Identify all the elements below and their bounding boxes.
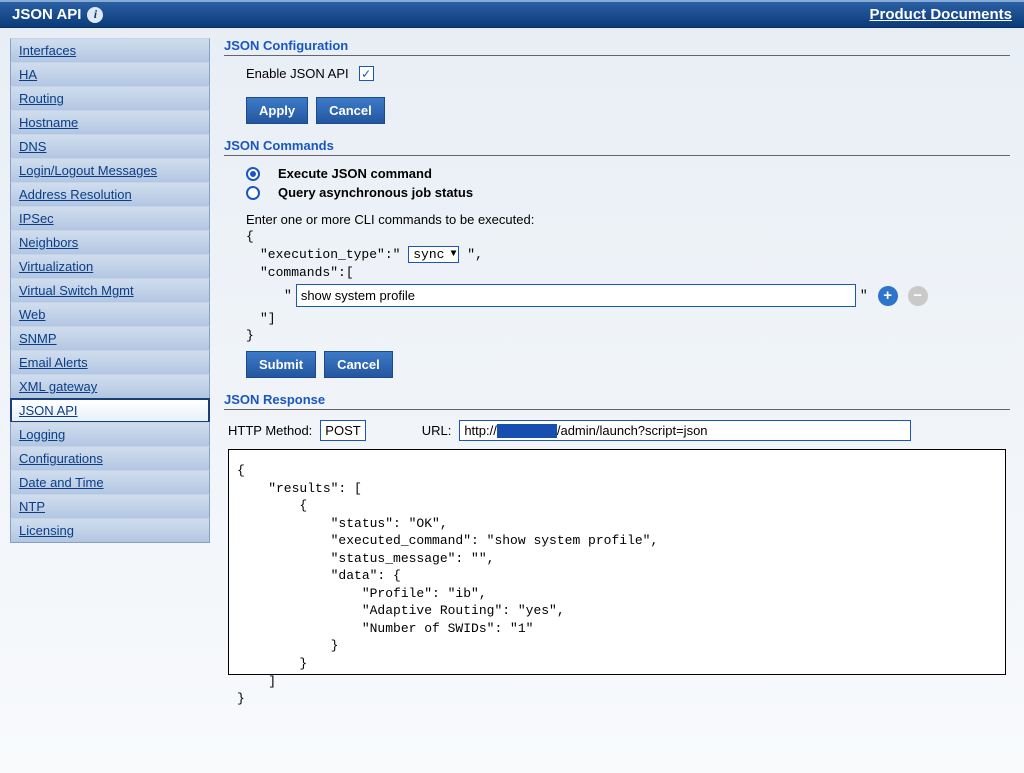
sidebar-item-interfaces[interactable]: Interfaces bbox=[10, 38, 210, 63]
sidebar-item-configurations[interactable]: Configurations bbox=[10, 446, 210, 471]
header-left: JSON API i bbox=[12, 6, 103, 23]
commands-intro: Enter one or more CLI commands to be exe… bbox=[246, 212, 1010, 227]
url-redacted-host bbox=[497, 424, 557, 438]
enable-json-label: Enable JSON API bbox=[246, 66, 349, 81]
chevron-down-icon: ▼ bbox=[444, 249, 456, 260]
sidebar-item-address-resolution[interactable]: Address Resolution bbox=[10, 182, 210, 207]
sidebar-item-ntp[interactable]: NTP bbox=[10, 494, 210, 519]
main-content: JSON Configuration Enable JSON API ✓ App… bbox=[224, 38, 1014, 675]
close-bracket: "] bbox=[246, 311, 1010, 326]
quote-open: " bbox=[284, 288, 292, 303]
sidebar-item-neighbors[interactable]: Neighbors bbox=[10, 230, 210, 255]
remove-command-button: − bbox=[908, 286, 928, 306]
sidebar-item-dns[interactable]: DNS bbox=[10, 134, 210, 159]
quote-close: " bbox=[860, 288, 868, 303]
exec-type-tail: ", bbox=[467, 247, 483, 262]
section-title-config: JSON Configuration bbox=[224, 38, 1010, 56]
sidebar-item-login-logout-messages[interactable]: Login/Logout Messages bbox=[10, 158, 210, 183]
exec-type-key: "execution_type":" bbox=[260, 247, 408, 262]
url-suffix: /admin/launch?script=json bbox=[557, 423, 708, 438]
sidebar: InterfacesHARoutingHostnameDNSLogin/Logo… bbox=[10, 38, 210, 675]
enable-json-checkbox[interactable]: ✓ bbox=[359, 66, 374, 81]
sidebar-item-xml-gateway[interactable]: XML gateway bbox=[10, 374, 210, 399]
radio-query[interactable] bbox=[246, 186, 260, 200]
json-brace-open: { bbox=[246, 229, 1010, 244]
radio-execute[interactable] bbox=[246, 167, 260, 181]
sidebar-item-licensing[interactable]: Licensing bbox=[10, 518, 210, 543]
sidebar-item-ipsec[interactable]: IPSec bbox=[10, 206, 210, 231]
http-method-input[interactable]: POST bbox=[320, 420, 365, 441]
sidebar-item-date-and-time[interactable]: Date and Time bbox=[10, 470, 210, 495]
url-prefix: http:// bbox=[464, 423, 497, 438]
section-title-response: JSON Response bbox=[224, 392, 1010, 410]
sidebar-item-hostname[interactable]: Hostname bbox=[10, 110, 210, 135]
url-label: URL: bbox=[422, 423, 452, 438]
commands-key: "commands":[ bbox=[246, 265, 1010, 280]
header-bar: JSON API i Product Documents bbox=[0, 0, 1024, 28]
product-documents-link[interactable]: Product Documents bbox=[869, 6, 1012, 23]
sidebar-item-logging[interactable]: Logging bbox=[10, 422, 210, 447]
info-icon[interactable]: i bbox=[87, 7, 103, 23]
cancel-config-button[interactable]: Cancel bbox=[316, 97, 385, 124]
response-body: { "results": [ { "status": "OK", "execut… bbox=[228, 449, 1006, 675]
sidebar-item-email-alerts[interactable]: Email Alerts bbox=[10, 350, 210, 375]
radio-query-label: Query asynchronous job status bbox=[278, 185, 473, 200]
add-command-button[interactable]: + bbox=[878, 286, 898, 306]
apply-button[interactable]: Apply bbox=[246, 97, 308, 124]
sidebar-item-virtualization[interactable]: Virtualization bbox=[10, 254, 210, 279]
sidebar-item-json-api[interactable]: JSON API bbox=[10, 398, 210, 423]
url-input[interactable]: http:// /admin/launch?script=json bbox=[459, 420, 911, 441]
http-method-label: HTTP Method: bbox=[228, 423, 312, 438]
sidebar-item-snmp[interactable]: SNMP bbox=[10, 326, 210, 351]
sidebar-item-web[interactable]: Web bbox=[10, 302, 210, 327]
sidebar-item-virtual-switch-mgmt[interactable]: Virtual Switch Mgmt bbox=[10, 278, 210, 303]
sidebar-item-ha[interactable]: HA bbox=[10, 62, 210, 87]
cancel-commands-button[interactable]: Cancel bbox=[324, 351, 393, 378]
submit-button[interactable]: Submit bbox=[246, 351, 316, 378]
execution-type-select[interactable]: sync ▼ bbox=[408, 246, 459, 263]
section-title-commands: JSON Commands bbox=[224, 138, 1010, 156]
sidebar-item-routing[interactable]: Routing bbox=[10, 86, 210, 111]
page-title: JSON API bbox=[12, 6, 81, 23]
radio-execute-label: Execute JSON command bbox=[278, 166, 432, 181]
command-input[interactable] bbox=[296, 284, 856, 307]
json-brace-close: } bbox=[246, 328, 1010, 343]
execution-type-value: sync bbox=[413, 247, 444, 262]
